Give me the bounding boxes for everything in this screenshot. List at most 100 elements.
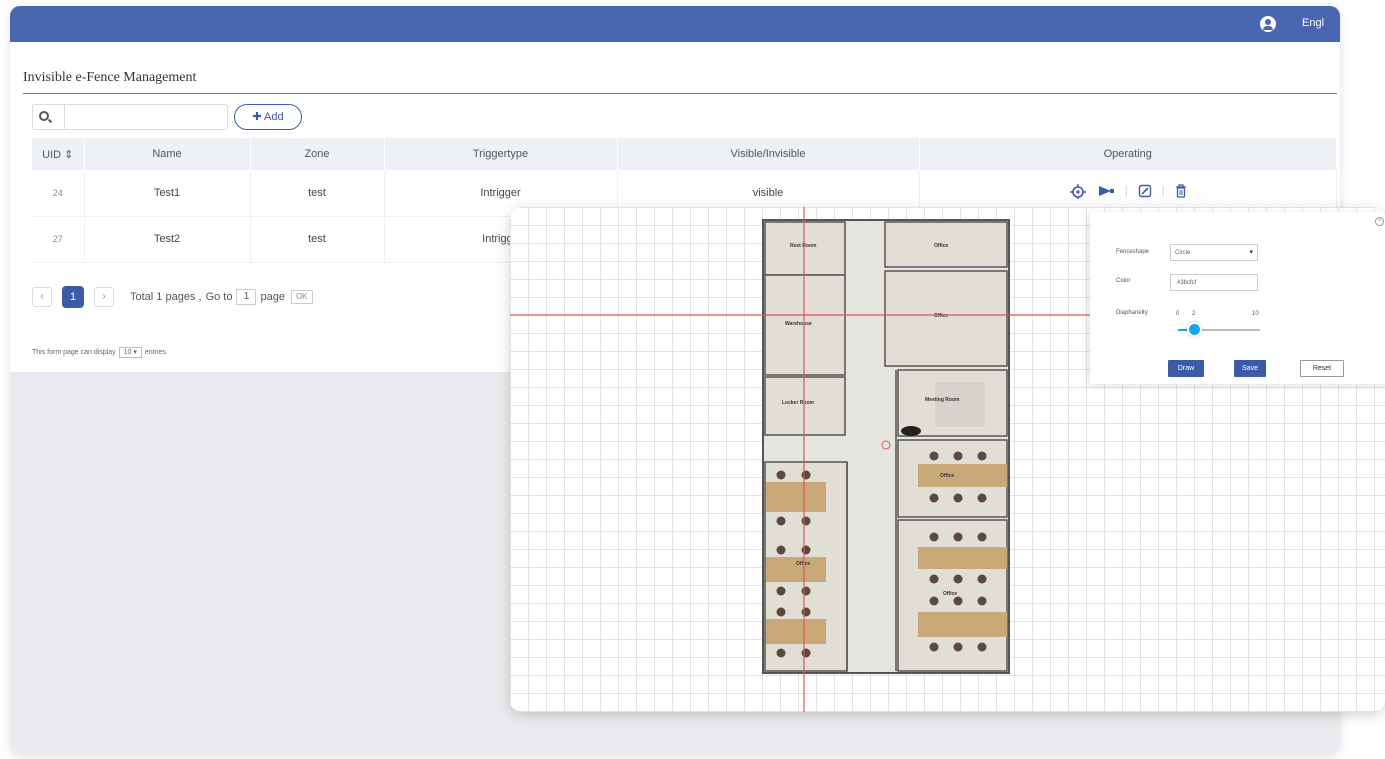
opacity-max: 10 [1252,311,1259,317]
opacity-min: 0 [1176,311,1180,317]
cell-zone: test [250,170,385,217]
current-page-button[interactable]: 1 [62,286,84,308]
meeting-table [935,382,985,427]
chair [977,451,987,461]
cell-name: Test1 [84,170,251,217]
chair [953,451,963,461]
total-pages-text: Total 1 pages , [130,291,202,303]
color-input[interactable]: #3bcfcf [1170,274,1258,291]
chair [929,532,939,542]
chair [801,545,811,555]
page-size-control: This form page can display 10 ▾ entries [32,347,166,358]
chair [776,586,786,596]
edit-icon[interactable] [1138,184,1152,198]
chair [929,493,939,503]
chair [776,516,786,526]
opacity-value: 2 [1192,311,1196,317]
chair [801,607,811,617]
room-label: Office [934,243,948,249]
chair [929,451,939,461]
camera-icon[interactable] [1097,183,1115,199]
next-page-button[interactable]: › [94,287,114,307]
page-text: page [260,291,285,303]
prev-page-button[interactable]: ‹ [32,287,52,307]
chair [953,532,963,542]
desk-group [918,612,1007,637]
chair [929,574,939,584]
chair [953,596,963,606]
close-icon[interactable]: × [1375,217,1384,226]
search-icon[interactable] [39,111,49,121]
column-header-zone: Zone [250,138,385,170]
chair [801,586,811,596]
chair [977,596,987,606]
desk-group [766,482,826,512]
fence-shape-label: Fenceshape [1116,249,1150,255]
top-bar: Engl [10,6,1340,42]
add-button[interactable]: ✚ Add [234,104,302,130]
page-size-select[interactable]: 10 ▾ [118,347,142,358]
chair [801,516,811,526]
cell-zone: test [250,216,385,263]
page-size-prefix: This form page can display [32,349,116,356]
table-header-row: UID ⇕ Name Zone Triggertype Visible/Invi… [32,138,1337,170]
search-divider [64,105,65,129]
chair [776,648,786,658]
chair [776,470,786,480]
language-selector[interactable]: Engl [1302,17,1324,29]
chair [776,607,786,617]
chair [953,574,963,584]
goto-page-input[interactable]: 1 [236,289,257,305]
opacity-label: Diaphaneity [1116,310,1148,316]
fence-shape-select[interactable]: Circle [1170,244,1258,261]
chair [977,574,987,584]
floorplan-editor: Rest Room Office Warehouse Office Locker… [510,207,1385,712]
fence-settings-panel: × Fenceshape Circle Color #3bcfcf Diapha… [1090,212,1385,384]
goto-text: Go to [205,291,233,303]
chair [776,545,786,555]
chair [929,642,939,652]
room-label: Office [940,473,954,479]
chair [977,642,987,652]
column-header-triggertype: Triggertype [384,138,618,170]
room-label: Office [934,313,948,319]
desk-group [918,464,1007,487]
room-label: Meeting Room [925,397,960,403]
room-label: Locker Room [782,400,815,406]
search-box [32,104,228,130]
column-header-name: Name [84,138,251,170]
cell-uid: 27 [32,216,85,263]
search-input[interactable] [66,106,224,128]
reset-button[interactable]: Reset [1300,360,1344,377]
chair [977,493,987,503]
room-label: Office [796,561,810,567]
pagination: ‹ 1 › Total 1 pages , Go to 1 page OK [32,285,313,309]
tag-marker[interactable] [901,426,921,436]
draw-button[interactable]: Draw [1168,360,1204,377]
column-header-visibility: Visible/Invisible [617,138,920,170]
opacity-slider[interactable] [1178,322,1260,337]
title-divider [23,93,1337,94]
column-header-operating: Operating [919,138,1337,170]
chair [953,493,963,503]
room-locker-room [764,376,846,436]
cell-uid: 24 [32,170,85,217]
room-label: Warehouse [785,321,812,327]
color-label: Color [1116,278,1131,284]
user-icon[interactable] [1260,16,1276,32]
chair [801,470,811,480]
locate-fence-icon[interactable] [1069,183,1087,200]
desk-group [918,547,1007,569]
goto-ok-button[interactable]: OK [290,290,313,304]
building-plan: Rest Room Office Warehouse Office Locker… [762,219,1010,674]
delete-icon[interactable] [1175,184,1187,198]
chair [929,596,939,606]
page-size-suffix: entries [144,349,166,356]
column-header-uid[interactable]: UID ⇕ [32,138,85,170]
cell-name: Test2 [84,216,251,263]
operation-group: | | [1069,183,1187,200]
save-button[interactable]: Save [1234,360,1266,377]
opacity-slider-handle[interactable] [1187,322,1203,337]
chair [977,532,987,542]
chair [953,642,963,652]
